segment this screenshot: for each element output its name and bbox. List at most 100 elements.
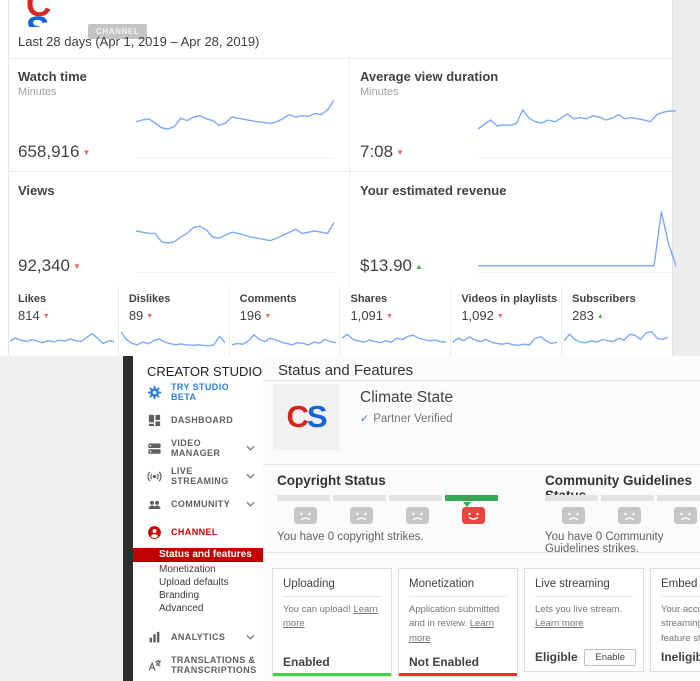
metric-title: Comments xyxy=(240,293,297,305)
trend-down-icon: ▼ xyxy=(73,262,81,271)
sad-face-icon xyxy=(350,507,373,529)
sparkline-revenue xyxy=(478,204,676,270)
progress-segment-gray xyxy=(389,495,442,501)
metric-card-likes[interactable]: Likes814▼ xyxy=(8,287,119,356)
feature-status: Eligible xyxy=(535,650,578,664)
divider xyxy=(263,552,700,553)
feature-status: Not Enabled xyxy=(409,655,479,669)
sad-face-icon xyxy=(618,507,641,529)
metric-value: 1,091▼ xyxy=(350,308,392,323)
metric-card-dislikes[interactable]: Dislikes89▼ xyxy=(119,287,230,356)
learn-more-link[interactable]: Learn more xyxy=(535,618,584,629)
sad-face-icon xyxy=(674,507,697,529)
community-icon xyxy=(147,497,162,512)
creator-studio-panel: CREATOR STUDIO TRY STUDIO BETA DASHBOARD V… xyxy=(0,356,700,681)
chevron-down-icon xyxy=(246,501,255,507)
trend-down-icon: ▼ xyxy=(43,313,50,320)
metric-value: 92,340▼ xyxy=(18,256,81,276)
sidebar-item-video-manager[interactable]: VIDEO MANAGER xyxy=(133,434,263,462)
sparkline-shares xyxy=(342,325,446,354)
sidebar-item-translations[interactable]: TRANSLATIONS &TRANSCRIPTIONS xyxy=(133,651,263,679)
sparkline-likes xyxy=(10,325,114,354)
small-metric-row: Likes814▼Dislikes89▼Comments196▼ Shares 1,… xyxy=(8,287,672,356)
metric-card-subscribers[interactable]: Subscribers283▲ xyxy=(562,287,672,356)
metric-value: 1,092▼ xyxy=(461,308,503,323)
feature-body-text: Lets you live stream. xyxy=(535,604,622,615)
status-and-features-main: Status and Features CS Climate State ✓Pa… xyxy=(263,356,700,681)
partner-verified: ✓Partner Verified xyxy=(360,412,452,425)
metric-card-comments[interactable]: Comments196▼ xyxy=(230,287,341,356)
metric-title: Watch time xyxy=(18,69,87,84)
channel-avatar: CS xyxy=(273,384,339,450)
sidebar-subitem-status-and-features[interactable]: Status and features xyxy=(133,548,263,562)
sidebar-subitem-branding[interactable]: Branding xyxy=(133,589,263,602)
divider xyxy=(263,464,700,465)
metric-value: $13.90▲ xyxy=(360,256,423,276)
metric-title: Likes xyxy=(18,293,46,305)
date-range-label: Last 28 days (Apr 1, 2019 – Apr 28, 2019… xyxy=(18,34,259,49)
sidebar-title: CREATOR STUDIO xyxy=(133,356,263,378)
sidebar: CREATOR STUDIO TRY STUDIO BETA DASHBOARD V… xyxy=(133,356,263,681)
analytics-icon xyxy=(147,630,162,645)
copyright-strikes-text: You have 0 copyright strikes. xyxy=(277,531,424,543)
sidebar-item-label: ANALYTICS xyxy=(171,632,225,642)
metric-value: 7:08▼ xyxy=(360,142,404,162)
sparkline-watch_time xyxy=(136,90,334,156)
metric-card-watch_time[interactable]: Watch timeMinutes658,916▼ xyxy=(8,58,350,172)
sparkline-comments xyxy=(232,325,336,354)
sidebar-subitem-advanced[interactable]: Advanced xyxy=(133,602,263,615)
sidebar-item-analytics[interactable]: ANALYTICS xyxy=(133,623,263,651)
sidebar-item-channel[interactable]: CHANNEL xyxy=(133,518,263,546)
metric-card-avg_view_duration[interactable]: Average view duration Minutes 7:08▼ xyxy=(350,58,672,172)
sidebar-item-dashboard[interactable]: DASHBOARD xyxy=(133,406,263,434)
feature-title: Uploading xyxy=(273,569,391,590)
metric-title: Average view duration xyxy=(360,69,498,84)
sad-face-icon xyxy=(406,507,429,529)
sidebar-item-community[interactable]: COMMUNITY xyxy=(133,490,263,518)
sparkline-dislikes xyxy=(121,325,225,354)
happy-face-icon xyxy=(462,507,485,529)
metric-card-views[interactable]: Views92,340▼ xyxy=(8,172,350,287)
metric-title: Shares xyxy=(350,293,387,305)
chevron-down-icon xyxy=(246,634,255,640)
trend-down-icon: ▼ xyxy=(386,313,393,320)
progress-segment-gray xyxy=(333,495,386,501)
sidebar-item-label: TRY STUDIO BETA xyxy=(171,382,255,403)
sidebar-item-live-streaming[interactable]: LIVE STREAMING xyxy=(133,462,263,490)
sidebar-subitem-upload-defaults[interactable]: Upload defaults xyxy=(133,576,263,589)
metric-card-videos_in_playlists[interactable]: Videos in playlists1,092▼ xyxy=(451,287,562,356)
trend-up-icon: ▲ xyxy=(597,313,604,320)
sparkline-baseline xyxy=(478,158,676,159)
sparkline-avg_view_duration xyxy=(478,90,676,156)
chevron-down-icon xyxy=(246,473,255,479)
feature-body-line: feature statu xyxy=(661,632,700,646)
sparkline-views xyxy=(136,204,334,270)
page-title: Status and Features xyxy=(278,362,413,379)
sparkline-videos_in_playlists xyxy=(453,325,557,354)
trend-up-icon: ▲ xyxy=(415,262,423,271)
chevron-down-icon xyxy=(246,445,255,451)
metric-unit: Minutes xyxy=(360,86,399,98)
sidebar-item-label: TRANSLATIONS &TRANSCRIPTIONS xyxy=(171,655,257,676)
metric-value: 658,916▼ xyxy=(18,142,90,162)
community-progress xyxy=(545,495,700,501)
progress-segment-green xyxy=(445,495,498,501)
sidebar-item-label: DASHBOARD xyxy=(171,415,233,425)
sad-face-icon xyxy=(562,507,585,529)
sidebar-subitem-monetization[interactable]: Monetization xyxy=(133,563,263,576)
big-metric-grid: Watch timeMinutes658,916▼Average view du… xyxy=(8,58,672,287)
sidebar-item-try-studio-beta[interactable]: TRY STUDIO BETA xyxy=(133,378,263,406)
metric-card-shares[interactable]: Shares 1,091▼ xyxy=(340,287,451,356)
sidebar-item-label: CHANNEL xyxy=(171,527,218,537)
sidebar-bottom-items: ANALYTICS TRANSLATIONS &TRANSCRIPTIONS xyxy=(133,623,263,679)
progress-segment-gray xyxy=(657,495,700,501)
trend-down-icon: ▼ xyxy=(264,313,271,320)
sidebar-item-label: COMMUNITY xyxy=(171,499,230,509)
metric-title: Dislikes xyxy=(129,293,171,305)
page-gutter xyxy=(672,0,700,356)
sparkline-baseline xyxy=(136,158,334,159)
enable-button[interactable]: Enable xyxy=(584,649,636,666)
analytics-panel: CS CHANNEL Last 28 days (Apr 1, 2019 – A… xyxy=(0,0,700,356)
metric-card-revenue[interactable]: Your estimated revenue$13.90▲ xyxy=(350,172,672,287)
feature-card-embed-live: Embed liveYour accountstreaming. Sefeatu… xyxy=(650,568,700,672)
